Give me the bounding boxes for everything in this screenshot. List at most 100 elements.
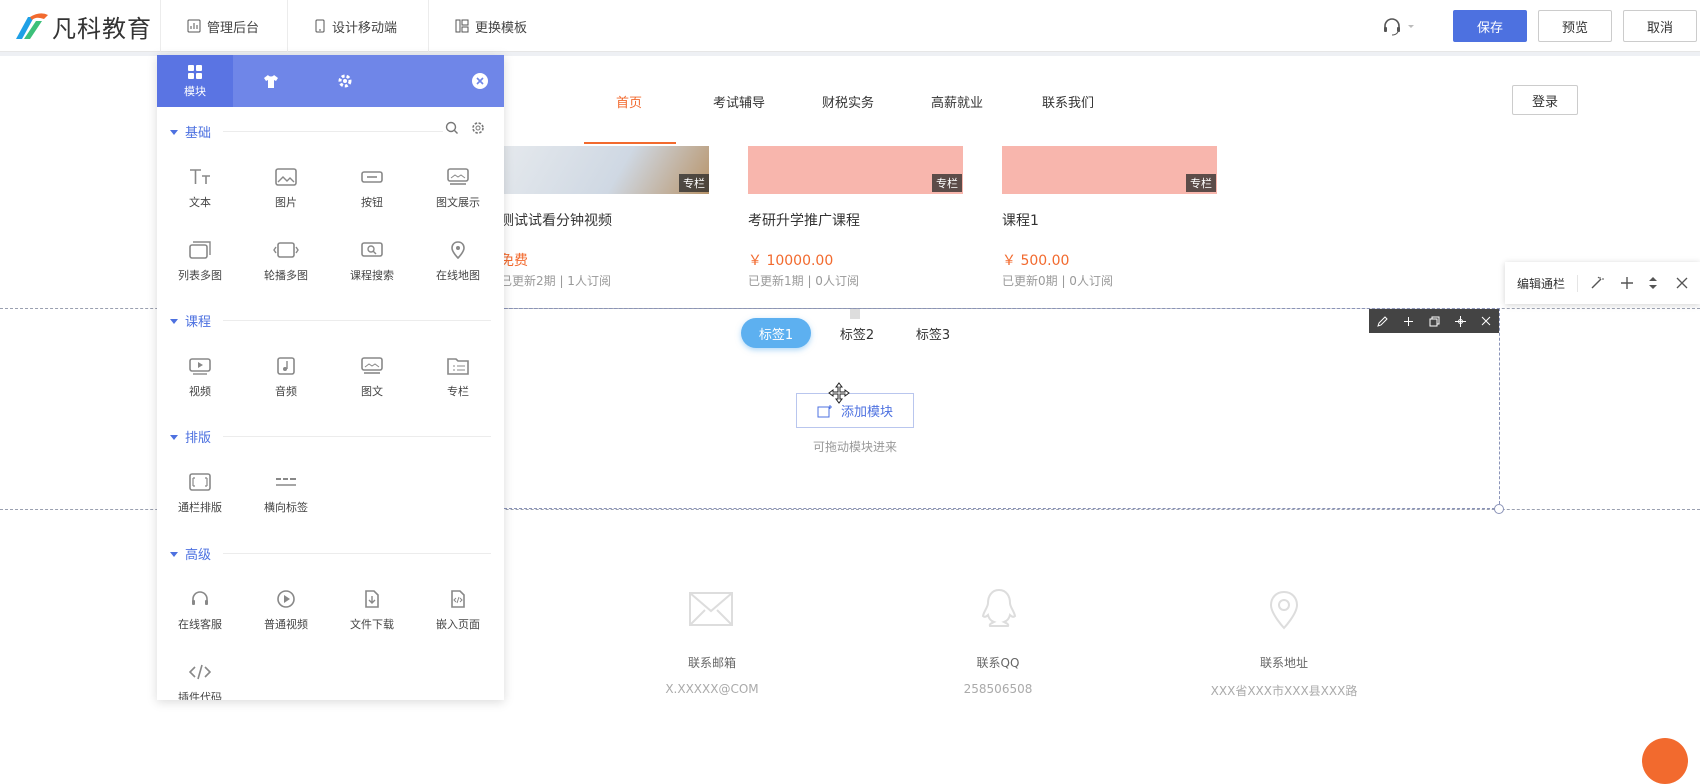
module-video[interactable]: 视频: [157, 357, 243, 417]
close-icon[interactable]: [1676, 277, 1688, 289]
sort-icon[interactable]: [1648, 276, 1658, 290]
add-module-button[interactable]: 添加模块: [796, 393, 914, 428]
section-advanced-label: 高级: [185, 548, 212, 563]
tab-2[interactable]: 标签2: [822, 318, 892, 348]
panel-tab-style[interactable]: [233, 55, 309, 107]
login-button[interactable]: 登录: [1512, 85, 1578, 115]
top-bar: 凡科教育 管理后台 设计移动端 更换模板 保存 预览 取消: [0, 0, 1700, 52]
embed-icon: [451, 590, 465, 608]
add-module-hint: 可拖动模块进来: [812, 440, 897, 454]
course-card-image[interactable]: [480, 146, 709, 194]
module-article[interactable]: 图文: [329, 357, 415, 417]
course-card-price: 免费: [500, 253, 528, 269]
course-card-image[interactable]: [1002, 146, 1217, 194]
course-card-tag: 专栏: [679, 174, 709, 192]
section-course-label: 课程: [185, 315, 212, 330]
panel-tab-modules[interactable]: 模块: [157, 55, 233, 107]
close-icon[interactable]: [1473, 316, 1499, 326]
module-audio[interactable]: 音频: [243, 357, 329, 417]
copy-icon[interactable]: [1421, 316, 1447, 327]
footer-email-label: 联系邮箱: [687, 656, 736, 670]
module-fullwidth[interactable]: 通栏排版: [157, 473, 243, 533]
chevron-down-icon: [1408, 25, 1414, 28]
edit-icon[interactable]: [1369, 315, 1395, 327]
footer-qq-label: 联系QQ: [976, 656, 1020, 670]
module-embed-page[interactable]: 嵌入页面: [415, 590, 501, 650]
grid-icon: [188, 64, 202, 79]
save-button[interactable]: 保存: [1453, 10, 1527, 42]
nav-change-template[interactable]: 更换模板: [428, 0, 553, 52]
course-card-meta: 已更新1期 | 0人订阅: [748, 274, 859, 288]
course-card-meta: 已更新2期 | 1人订阅: [500, 274, 611, 288]
site-nav-home[interactable]: 首页: [616, 92, 642, 111]
section-course-title[interactable]: 课程: [169, 311, 211, 330]
add-icon[interactable]: [1395, 316, 1421, 327]
module-button[interactable]: 按钮: [329, 168, 415, 228]
section-layout-title[interactable]: 排版: [169, 427, 211, 446]
module-image-text[interactable]: 图文展示: [415, 168, 501, 228]
resize-handle[interactable]: [1494, 504, 1504, 514]
tab-1[interactable]: 标签1: [741, 318, 811, 348]
course-search-icon: [361, 242, 383, 257]
module-file-download[interactable]: 文件下载: [329, 590, 415, 650]
caret-down-icon: [170, 318, 178, 324]
footer-qq-value: 258506508: [963, 682, 1033, 696]
plus-icon[interactable]: [1620, 276, 1634, 290]
module-online-map[interactable]: 在线地图: [415, 241, 501, 301]
section-divider: [223, 131, 443, 132]
edit-section-button[interactable]: 编辑通栏: [1505, 274, 1579, 292]
course-card-title[interactable]: 考研升学推广课程: [748, 210, 860, 230]
course-card-price: ￥ 500.00: [1002, 253, 1070, 269]
site-nav-exam[interactable]: 考试辅导: [713, 92, 765, 111]
section-basic-title[interactable]: 基础: [169, 122, 211, 141]
map-pin-icon: [451, 241, 465, 259]
move-cursor-icon: [828, 382, 850, 404]
preview-button[interactable]: 预览: [1538, 10, 1612, 42]
move-icon[interactable]: [1447, 315, 1473, 327]
module-carousel[interactable]: 轮播多图: [243, 241, 329, 301]
module-normal-video[interactable]: 普通视频: [243, 590, 329, 650]
logo[interactable]: 凡科教育: [14, 8, 152, 44]
caret-down-icon: [170, 434, 178, 440]
module-label: 按钮: [361, 196, 383, 209]
nav-admin[interactable]: 管理后台: [160, 0, 285, 52]
course-card-title[interactable]: 课程1: [1002, 210, 1039, 230]
module-plugin-code[interactable]: 插件代码: [157, 663, 243, 700]
code-icon: [189, 664, 211, 680]
panel-close-icon[interactable]: [472, 73, 488, 89]
shirt-icon: [264, 75, 278, 88]
module-horizontal-tabs[interactable]: 横向标签: [243, 473, 329, 533]
course-card-meta: 已更新0期 | 0人订阅: [1002, 274, 1113, 288]
section-advanced-title[interactable]: 高级: [169, 544, 211, 563]
module-text[interactable]: 文本: [157, 168, 243, 228]
tab-3[interactable]: 标签3: [898, 318, 968, 348]
text-icon: [190, 169, 210, 184]
site-nav-tax[interactable]: 财税实务: [822, 92, 874, 111]
selected-section-outline[interactable]: [504, 308, 1500, 509]
caret-down-icon: [170, 551, 178, 557]
magic-wand-icon[interactable]: [1590, 276, 1605, 290]
course-card-title[interactable]: 测试试看分钟视频: [500, 210, 612, 230]
panel-tab-settings[interactable]: [307, 55, 383, 107]
mobile-icon: [315, 19, 325, 33]
site-nav-jobs[interactable]: 高薪就业: [931, 92, 983, 111]
module-image[interactable]: 图片: [243, 168, 329, 228]
module-column[interactable]: 专栏: [415, 357, 501, 417]
module-course-search[interactable]: 课程搜索: [329, 241, 415, 301]
settings-icon[interactable]: [471, 121, 485, 135]
footer-address-value: XXX省XXX市XXX县XXX路: [1210, 684, 1358, 698]
nav-mobile-design[interactable]: 设计移动端: [287, 0, 423, 52]
floating-help-button[interactable]: [1642, 738, 1688, 784]
audio-icon: [277, 357, 295, 375]
support-menu[interactable]: [1382, 16, 1416, 36]
horizontal-tabs-icon: [276, 478, 296, 486]
course-card-image[interactable]: [748, 146, 963, 194]
cancel-button[interactable]: 取消: [1623, 10, 1697, 42]
module-label: 普通视频: [264, 618, 308, 631]
module-online-service[interactable]: 在线客服: [157, 590, 243, 650]
module-panel: 模块 基础 文本 图片 按钮 图文展示 列表多图 轮播多图 课程搜索 在线地图 …: [157, 55, 504, 700]
site-nav-contact[interactable]: 联系我们: [1042, 92, 1094, 111]
module-list-images[interactable]: 列表多图: [157, 241, 243, 301]
section-edit-toolbar: 编辑通栏: [1505, 262, 1700, 304]
search-icon[interactable]: [445, 121, 459, 135]
